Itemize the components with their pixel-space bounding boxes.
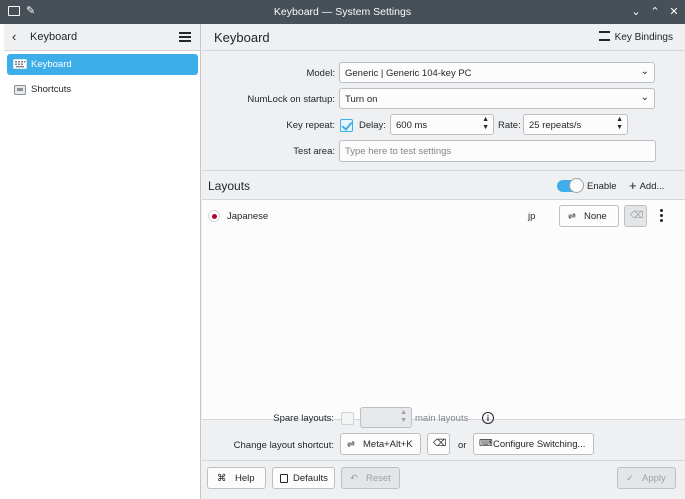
numlock-label: NumLock on startup: (247, 94, 335, 105)
layout-code: jp (528, 211, 536, 222)
more-options-icon[interactable] (660, 209, 664, 224)
keyboard-icon (13, 59, 27, 69)
main-panel: Keyboard Key Bindings Model: Generic | G… (202, 24, 685, 499)
spare-layouts-checkbox[interactable] (341, 412, 354, 425)
info-icon[interactable]: i (482, 412, 494, 424)
spare-layouts-spinbox[interactable]: ▲ ▼ (360, 407, 412, 428)
numlock-value: Turn on (345, 94, 378, 105)
spin-down-icon[interactable]: ▼ (400, 417, 407, 424)
close-icon[interactable]: ✕ (667, 5, 681, 19)
key-bindings-button[interactable]: Key Bindings (598, 31, 673, 43)
page-title: Keyboard (214, 30, 270, 45)
chevron-down-icon: ⌄ (640, 66, 649, 77)
window-titlebar: ✎ Keyboard — System Settings ⌄ ⌃ ✕ (0, 0, 685, 24)
hamburger-menu-icon[interactable] (179, 32, 191, 42)
layout-name: Japanese (227, 211, 269, 222)
spare-layouts-label: Spare layouts: (273, 413, 334, 424)
variant-label: None (584, 211, 607, 222)
main-layouts-label: main layouts (415, 413, 469, 424)
variant-icon: ⇌ (568, 211, 576, 222)
delay-label: Delay: (359, 120, 386, 131)
window-title: Keyboard — System Settings (273, 6, 412, 18)
defaults-button[interactable]: Defaults (272, 467, 335, 489)
shortcut-button[interactable]: ⇌ Meta+Alt+K (340, 433, 421, 455)
test-area-field[interactable] (339, 140, 656, 162)
sidebar-item-keyboard[interactable]: Keyboard (7, 54, 198, 75)
reset-label: Reset (366, 473, 391, 484)
apply-button[interactable]: ✓ Apply (617, 467, 676, 489)
key-bindings-icon (598, 31, 610, 41)
spin-up-icon[interactable]: ▲ (616, 116, 623, 123)
key-repeat-label: Key repeat: (286, 120, 335, 131)
rate-value: 25 repeats/s (529, 120, 582, 131)
main-header: Keyboard Key Bindings (202, 24, 685, 51)
test-area-input[interactable] (340, 141, 655, 161)
configure-icon: ⌨ (479, 438, 493, 449)
numlock-combobox[interactable]: Turn on ⌄ (339, 88, 655, 109)
apply-label: Apply (642, 473, 666, 484)
chevron-down-icon: ⌄ (640, 92, 649, 103)
key-repeat-checkbox[interactable] (340, 119, 353, 132)
spin-down-icon[interactable]: ▼ (616, 124, 623, 131)
backspace-icon: ⌫ (630, 210, 644, 221)
delay-value: 600 ms (396, 120, 428, 131)
configure-switching-label: Configure Switching... (493, 439, 586, 450)
configure-switching-button[interactable]: ⌨ Configure Switching... (473, 433, 594, 455)
reset-icon: ↶ (350, 473, 358, 484)
checkmark-icon: ✓ (626, 473, 634, 484)
layouts-list: Japanese jp ⇌ None ⌫ (202, 200, 685, 420)
change-shortcut-label: Change layout shortcut: (233, 440, 334, 451)
layouts-title: Layouts (208, 179, 251, 193)
spin-down-icon[interactable]: ▼ (482, 124, 489, 131)
spin-up-icon[interactable]: ▲ (400, 409, 407, 416)
shortcuts-icon (13, 84, 27, 95)
or-label: or (458, 440, 467, 451)
minimize-icon[interactable]: ⌄ (629, 5, 643, 19)
sidebar-title: Keyboard (30, 31, 78, 43)
rate-label: Rate: (498, 120, 521, 131)
backspace-icon: ⌫ (433, 438, 447, 449)
maximize-icon[interactable]: ⌃ (648, 5, 662, 19)
remove-layout-button[interactable]: ⌫ (624, 205, 647, 227)
shortcut-value: Meta+Alt+K (363, 439, 413, 450)
help-icon: ⌘ (217, 473, 227, 484)
spin-up-icon[interactable]: ▲ (482, 116, 489, 123)
help-label: Help (235, 473, 255, 484)
model-combobox[interactable]: Generic | Generic 104-key PC ⌄ (339, 62, 655, 83)
back-arrow-icon[interactable]: ‹ (12, 29, 16, 44)
layouts-header: Layouts Enable + Add... (202, 170, 685, 200)
list-item[interactable]: Japanese jp ⇌ None ⌫ (202, 200, 685, 234)
test-area-label: Test area: (293, 146, 335, 157)
shortcut-icon: ⇌ (347, 439, 355, 450)
key-bindings-label: Key Bindings (614, 32, 673, 43)
model-value: Generic | Generic 104-key PC (345, 68, 472, 79)
clear-shortcut-button[interactable]: ⌫ (427, 433, 450, 455)
layouts-enable-toggle[interactable] (557, 178, 584, 193)
sidebar-item-label: Shortcuts (31, 84, 72, 95)
plus-icon: + (629, 178, 637, 193)
sidebar: ‹ Keyboard Keyboard Shortcuts (4, 24, 201, 499)
defaults-label: Defaults (293, 473, 328, 484)
help-button[interactable]: ⌘ Help (207, 467, 266, 489)
sidebar-item-shortcuts[interactable]: Shortcuts (7, 79, 198, 100)
delay-spinbox[interactable]: 600 ms ▲ ▼ (390, 114, 494, 135)
enable-label: Enable (587, 181, 617, 192)
sidebar-header: ‹ Keyboard (4, 24, 200, 51)
defaults-icon (280, 474, 288, 483)
variant-button[interactable]: ⇌ None (559, 205, 619, 227)
add-label: Add... (639, 181, 665, 192)
reset-button[interactable]: ↶ Reset (341, 467, 400, 489)
japan-flag-icon (208, 210, 220, 222)
add-layout-button[interactable]: + Add... (629, 178, 664, 193)
rate-spinbox[interactable]: 25 repeats/s ▲ ▼ (523, 114, 628, 135)
model-label: Model: (306, 68, 335, 79)
sidebar-item-label: Keyboard (31, 59, 72, 70)
dialog-button-row: ⌘ Help Defaults ↶ Reset ✓ Apply (202, 460, 685, 499)
